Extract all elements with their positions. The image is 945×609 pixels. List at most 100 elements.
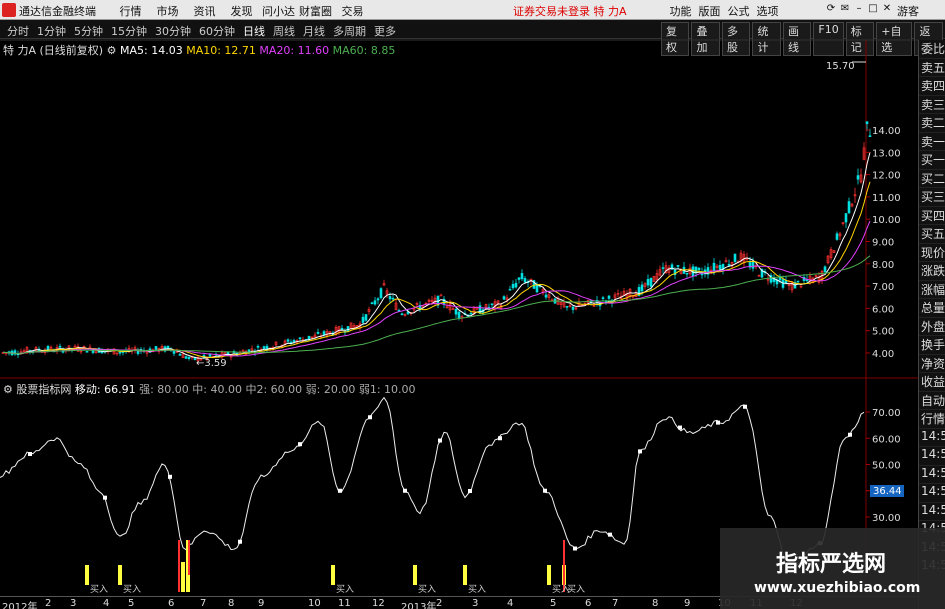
candle-body [856,175,860,180]
candle-body [517,277,521,280]
indicator-marker [498,436,502,441]
indicator-tick-label: 70.00 [872,408,901,419]
indicator-current-value: 36.44 [873,486,902,497]
price-tick-label: 7.00 [872,282,894,293]
ma20-label: MA20: 11.60 [259,44,330,57]
side-panel-item[interactable]: 14:56 [919,484,945,503]
indicator-marker [403,488,407,493]
candle-body [508,288,512,291]
ma60-label: MA60: 8.85 [332,44,396,57]
date-label: 3 [70,598,77,609]
side-panel-item[interactable]: 涨幅 [919,281,945,299]
date-label: 9 [258,598,265,609]
candle-body [502,296,506,300]
price-chart[interactable]: 15.70 ←3.59 14.00 13.00 12.00 11.00 10.00 9.00… [0,0,918,596]
candle-body [400,313,404,316]
indicator-marker [608,532,612,537]
side-panel-item[interactable]: 卖三 [919,96,945,114]
side-panel-item[interactable]: 自动 [919,392,945,410]
indicator-marker [543,488,547,493]
buy-signal-label: 买入 [567,584,585,595]
high-price-label: 15.70 [826,61,855,72]
candle-body [571,306,575,310]
candle-body [685,272,689,275]
candle-body [676,265,680,267]
candle-body [865,121,869,124]
side-panel-item[interactable]: 卖四 [919,77,945,96]
price-tick-label: 10.00 [872,215,901,226]
candle-body [646,279,650,286]
candle-body [661,267,665,269]
buy-signal-label: 买入 [468,584,486,595]
side-panel-item[interactable]: 收益 [919,373,945,392]
date-label: 2013年 [401,602,437,609]
candle-body [454,308,458,315]
side-panel-item[interactable]: 现价 [919,244,945,262]
candle-body [649,277,653,287]
indicator-marker [28,452,32,456]
date-label: 5 [550,598,557,609]
indicator-tick-label: 60.00 [872,434,901,445]
side-panel-item[interactable]: 买三 [919,188,945,207]
candle-body [172,351,176,354]
candle-body [376,298,380,301]
price-tick-label: 6.00 [872,304,894,315]
side-panel-item[interactable]: 净资 [919,355,945,373]
side-panel-item[interactable]: 涨跌 [919,262,945,281]
buy-signal-bar [331,565,335,585]
date-label: 11 [338,598,351,609]
side-panel-item[interactable]: 外盘 [919,318,945,336]
candle-body [361,316,365,323]
candle-body [712,262,716,272]
side-panel-item[interactable]: 14:56 [919,466,945,484]
indicator-marker [638,449,642,454]
side-panel-item[interactable]: 委比 [919,40,945,59]
side-panel-item[interactable]: 买四 [919,207,945,225]
watermark-url: www.xuezhibiao.com [754,580,921,596]
candle-body [178,353,182,356]
side-panel-item[interactable]: 卖二 [919,114,945,133]
candle-body [184,356,188,359]
side-panel-item[interactable]: 卖五 [919,59,945,77]
candle-body [823,266,827,273]
side-panel-item[interactable]: 总量 [919,299,945,318]
candle-body [298,337,302,340]
side-panel-item[interactable]: 换手 [919,336,945,355]
watermark-title: 指标严选网 [776,552,887,577]
side-panel-item[interactable]: 行情 [919,410,945,429]
candle-body [733,253,737,263]
settings-icon[interactable]: ⚙ [107,44,117,57]
indicator-params: 强: 80.00 中: 40.00 中2: 60.00 弱: 20.00 弱1:… [139,383,416,396]
ma-lines: 15.70 ←3.59 [2,61,871,369]
date-label: 2 [436,598,443,609]
date-label: 7 [612,598,619,609]
ma10-label: MA10: 12.71 [186,44,256,57]
side-panel-item[interactable]: 买五 [919,225,945,244]
price-tick-label: 5.00 [872,327,894,338]
candle-body [166,345,170,349]
indicator-tick-label: 50.00 [872,461,901,472]
side-panel-item[interactable]: 14:56 [919,447,945,466]
indicator-marker [438,438,442,443]
date-label: 2012年 [2,602,38,609]
candle-body [136,350,140,354]
side-panel-item[interactable]: 买一 [919,151,945,170]
indicator-marker [238,539,242,544]
buy-signal-bar [547,565,551,585]
candle-body [520,273,524,280]
candle-body [307,335,311,340]
side-panel-item[interactable]: 卖一 [919,133,945,151]
main-chart-header: 特 力A (日线前复权) ⚙ MA5: 14.03 MA10: 12.71 MA… [3,42,395,58]
buy-signal-label: 买入 [418,584,436,595]
candle-body [256,345,260,348]
side-panel-item[interactable]: 14:56 [919,503,945,521]
side-panel-item[interactable]: 14:56 [919,429,945,447]
side-panel-item[interactable]: 买二 [919,170,945,188]
candle-body [85,351,89,353]
watermark: 指标严选网 www.xuezhibiao.com [720,528,945,609]
candle-body [868,135,872,137]
candle-body [727,264,731,266]
price-tick-label: 9.00 [872,238,894,249]
date-label: 8 [652,598,659,609]
settings-icon[interactable]: ⚙ [3,383,13,396]
